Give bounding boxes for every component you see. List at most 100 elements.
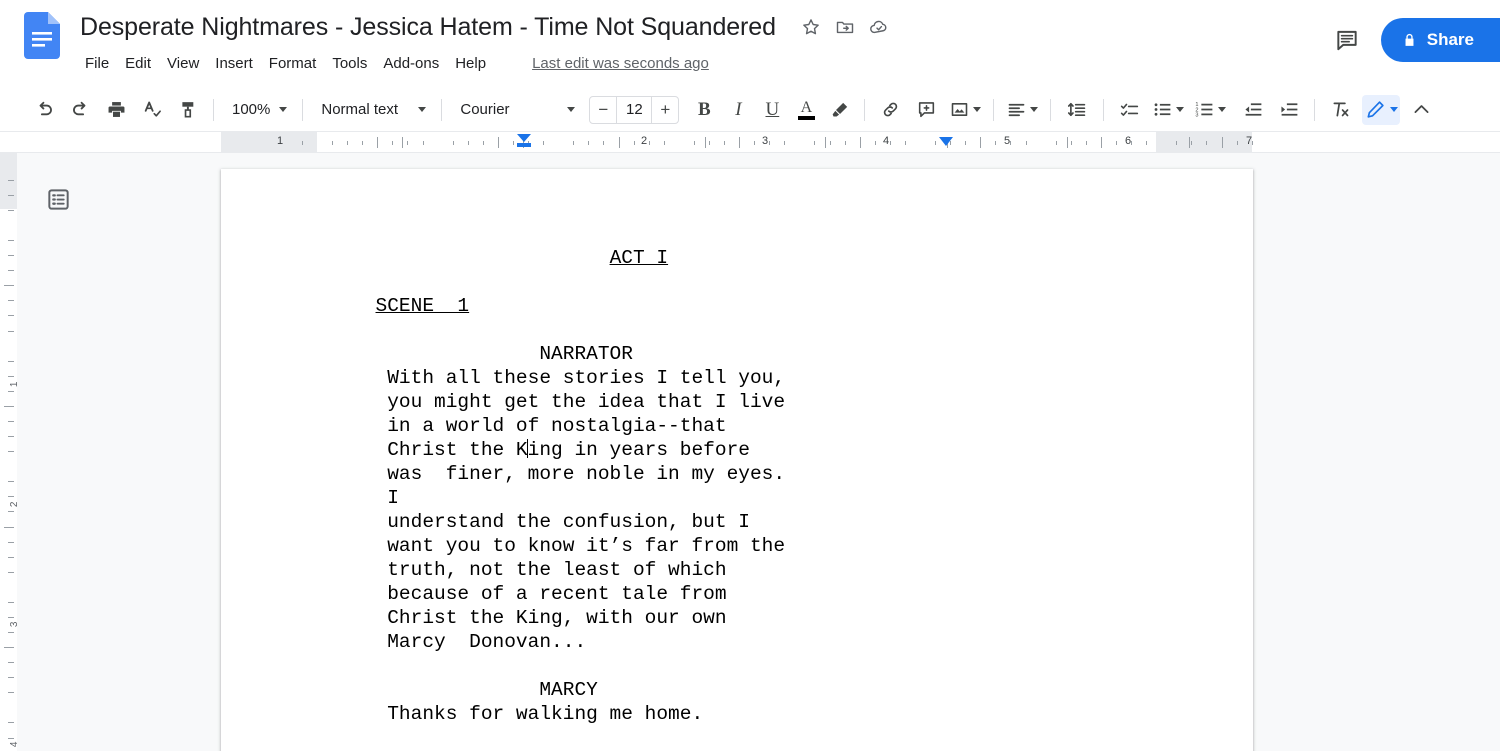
menu-item-edit[interactable]: Edit (117, 52, 159, 75)
chevron-down-icon (1176, 107, 1185, 112)
font-select[interactable]: Courier (451, 95, 581, 125)
hide-menus-button[interactable] (1406, 95, 1436, 125)
ruler-tick (332, 141, 333, 145)
toolbar-divider (213, 98, 214, 121)
last-edit-status[interactable]: Last edit was seconds ago (532, 55, 709, 72)
text-color-button[interactable]: A (791, 95, 821, 125)
document-line: Marcy Donovan... (317, 631, 587, 653)
comment-history-icon[interactable] (1327, 20, 1367, 60)
right-indent-marker[interactable] (939, 137, 953, 146)
menu-item-tools[interactable]: Tools (324, 52, 375, 75)
increase-font-size-button[interactable]: + (652, 97, 678, 123)
toolbar-divider (441, 98, 443, 121)
menu-item-file[interactable]: File (77, 52, 117, 75)
ruler-tick (407, 141, 408, 145)
page-title[interactable]: Desperate Nightmares - Jessica Hatem - T… (76, 12, 780, 43)
move-to-folder-icon[interactable] (832, 14, 858, 40)
bulleted-list-button[interactable] (1149, 95, 1187, 125)
ruler-tick (8, 315, 14, 316)
ruler-tick (8, 421, 14, 422)
italic-button[interactable]: I (723, 95, 753, 125)
underline-button[interactable]: U (757, 95, 787, 125)
ruler-tick (1067, 137, 1068, 148)
google-docs-logo[interactable] (24, 12, 60, 59)
numbered-list-button[interactable]: 1 2 3 (1191, 95, 1229, 125)
document-line: was finer, more noble in my eyes. (317, 463, 786, 485)
left-indent-marker-bar[interactable] (517, 143, 531, 147)
font-size-input[interactable]: 12 (616, 96, 653, 123)
document-line: truth, not the least of which (317, 559, 727, 581)
cloud-saved-icon[interactable] (866, 14, 892, 40)
document-line: SCENE 1 (317, 294, 1253, 318)
editing-mode-button[interactable] (1362, 94, 1401, 125)
increase-indent-button[interactable] (1273, 95, 1305, 125)
ruler-tick (1176, 141, 1177, 145)
spelling-check-button[interactable] (136, 95, 168, 125)
decrease-font-size-button[interactable]: − (590, 97, 616, 123)
ruler-tick (1071, 141, 1072, 145)
chevron-down-icon (1030, 107, 1039, 112)
document-outline-icon[interactable] (38, 179, 78, 219)
ruler-tick (558, 136, 559, 149)
ruler-track: 1 2 3 4 5 6 7 (0, 132, 1500, 152)
document-page[interactable]: ACT I SCENE 1 NARRATOR With all these st… (221, 169, 1253, 751)
undo-button[interactable] (28, 95, 60, 125)
ruler-tick (4, 647, 14, 648)
paragraph-style-select[interactable]: Normal text (312, 95, 432, 125)
decrease-indent-button[interactable] (1237, 95, 1269, 125)
document-text-body[interactable]: ACT I SCENE 1 NARRATOR With all these st… (221, 169, 1253, 726)
align-button[interactable] (1003, 95, 1041, 125)
add-comment-button[interactable] (910, 95, 942, 125)
ruler-tick (754, 141, 755, 145)
ruler-tick (8, 240, 14, 241)
document-line: Christ the King, with our own (317, 607, 727, 629)
checklist-button[interactable] (1113, 95, 1145, 125)
document-title-row: Desperate Nightmares - Jessica Hatem - T… (76, 8, 892, 46)
ruler-tick (362, 141, 363, 145)
document-line: NARRATOR (317, 343, 633, 365)
chevron-down-icon (418, 107, 427, 112)
document-line: Christ the King in years before (317, 439, 750, 461)
menu-bar: File Edit View Insert Format Tools Add-o… (77, 48, 892, 78)
redo-button[interactable] (64, 95, 96, 125)
insert-image-button[interactable] (946, 95, 984, 125)
ruler-tick (1189, 137, 1190, 148)
ruler-tick (4, 285, 14, 286)
line-spacing-button[interactable] (1060, 95, 1094, 125)
toolbar-divider (993, 98, 995, 121)
insert-link-button[interactable] (874, 95, 906, 125)
share-button[interactable]: Share (1380, 18, 1500, 62)
document-line: With all these stories I tell you, (317, 367, 786, 389)
ruler-tick (769, 141, 770, 145)
ruler-tick (4, 527, 14, 528)
ruler-tick (920, 136, 921, 149)
paint-format-button[interactable] (172, 95, 204, 125)
document-line: MARCY (317, 679, 598, 701)
clear-formatting-button[interactable] (1324, 95, 1356, 125)
ruler-tick (649, 141, 650, 145)
ruler-tick (8, 300, 14, 301)
vertical-ruler[interactable]: 1234 (0, 153, 21, 751)
horizontal-ruler[interactable]: 1 2 3 4 5 6 7 (0, 132, 1500, 153)
document-line: I (317, 487, 399, 509)
ruler-tick (8, 451, 14, 452)
menu-item-help[interactable]: Help (447, 52, 494, 75)
zoom-select[interactable]: 100% (223, 95, 293, 125)
ruler-tick (965, 141, 966, 145)
menu-item-addons[interactable]: Add-ons (375, 52, 447, 75)
highlight-color-button[interactable] (825, 95, 855, 125)
ruler-tick (830, 141, 831, 145)
ruler-tick (694, 141, 695, 145)
ruler-tick (573, 141, 574, 145)
bold-button[interactable]: B (689, 95, 719, 125)
menu-item-view[interactable]: View (159, 52, 207, 75)
left-indent-marker[interactable] (517, 134, 531, 142)
star-icon[interactable] (798, 14, 824, 40)
ruler-tick (8, 557, 14, 558)
ruler-tick (890, 141, 891, 145)
print-button[interactable] (100, 95, 132, 125)
ruler-tick (1222, 137, 1223, 148)
menu-item-format[interactable]: Format (261, 52, 325, 75)
menu-item-insert[interactable]: Insert (207, 52, 261, 75)
